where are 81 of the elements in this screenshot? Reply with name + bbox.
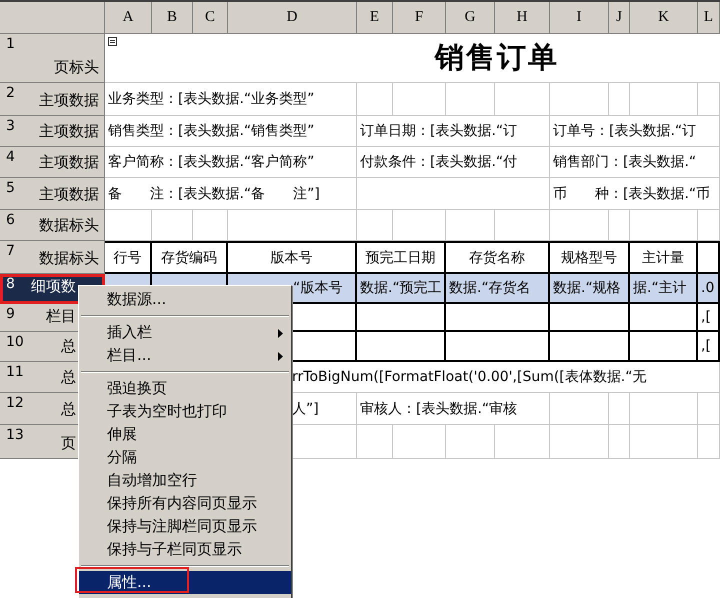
row-number: 6 (6, 212, 15, 228)
row-label: 数据标头 (39, 249, 99, 268)
column-header[interactable]: A (105, 2, 152, 34)
column-header[interactable]: D (228, 2, 357, 34)
cell-text: 销售部门：[表头数据.“ (553, 153, 696, 171)
menu-item[interactable]: 保持所有内容同页显示 (79, 492, 291, 515)
cell-text: 备 注：[表头数据.“备 注”] (108, 184, 320, 202)
cell-text: ,[ (701, 338, 711, 354)
collapse-icon[interactable] (108, 37, 117, 46)
cell-text: 销售类型：[表头数据.“销售类型” (108, 122, 314, 140)
row-label: 细项数 (31, 277, 76, 296)
cell-text: 数据.“预完工 (360, 279, 442, 297)
row-header[interactable]: 5 主项数据 (0, 178, 105, 210)
cell-text: 存货名称 (469, 248, 525, 266)
menu-item[interactable]: 自动增加空行 (79, 469, 291, 492)
cell-text: 据.“主计 (633, 279, 687, 297)
cell-text: 行号 (114, 248, 142, 266)
row-label: 数据标头 (39, 216, 99, 235)
row-label: 主项数据 (39, 153, 99, 172)
row-header[interactable]: 3 主项数据 (0, 116, 105, 147)
menu-item[interactable]: 保持与子栏同页显示 (79, 538, 291, 561)
row-header[interactable]: 1 页标头 (0, 34, 105, 83)
column-header[interactable]: J (609, 2, 630, 34)
row-number: 5 (6, 180, 15, 196)
cell-text: 存货编码 (161, 248, 217, 266)
row-header[interactable]: 6 数据标头 (0, 210, 105, 241)
cell-text: 规格型号 (561, 248, 617, 266)
column-header[interactable]: I (550, 2, 609, 34)
cell-text: ,[ (701, 309, 711, 325)
column-header[interactable]: F (393, 2, 446, 34)
submenu-arrow-icon (278, 352, 283, 361)
cell-text: .0 (701, 280, 714, 296)
column-header[interactable]: L (698, 2, 720, 34)
row-number: 11 (6, 364, 24, 380)
cell-text: 主计量 (642, 248, 684, 266)
column-header[interactable]: G (446, 2, 495, 34)
row-number: 2 (6, 85, 15, 101)
row-number: 1 (6, 36, 15, 52)
cell-text: 订单日期：[表头数据.“订 (360, 122, 518, 140)
column-header[interactable]: C (193, 2, 228, 34)
cell-text: 业务类型：[表头数据.“业务类型” (108, 90, 314, 108)
cell-text: 数据.“规格 (553, 279, 621, 297)
row-label: 页标头 (54, 58, 99, 77)
report-title: 销售订单 (435, 39, 559, 76)
cell-text: 币 种：[表头数据.“币 (553, 184, 710, 202)
cell-text: 数据.“存货名 (449, 279, 531, 297)
corner-cell[interactable] (0, 2, 105, 34)
row-header[interactable]: 2 主项数据 (0, 83, 105, 116)
column-header[interactable]: B (152, 2, 193, 34)
column-header[interactable]: H (495, 2, 550, 34)
row-label: 总 (61, 400, 76, 419)
row-label: 主项数据 (39, 122, 99, 141)
row-number: 3 (6, 118, 15, 134)
row-label: 总 (61, 337, 76, 356)
row-number: 9 (6, 306, 15, 322)
cell-text: rrToBigNum([FormatFloat('0.00',[Sum([表体数据.“无 (292, 368, 646, 386)
row-number: 7 (6, 243, 15, 259)
row-label: 主项数据 (39, 91, 99, 110)
row-header[interactable]: 7 数据标头 (0, 241, 105, 274)
submenu-arrow-icon (278, 329, 283, 338)
row-header[interactable]: 4 主项数据 (0, 147, 105, 178)
row-number: 12 (6, 395, 24, 411)
row-number: 4 (6, 149, 15, 165)
row-label: 栏目 (46, 307, 76, 326)
row-number: 8 (6, 276, 15, 292)
cell-text: 版本号 (270, 248, 312, 266)
column-header[interactable]: K (630, 2, 698, 34)
cell-text: 付款条件：[表头数据.“付 (360, 153, 518, 171)
cell-text: 人”] (292, 400, 319, 418)
row-number: 13 (6, 427, 24, 443)
cell-text: 预完工日期 (366, 248, 436, 266)
cell-text: 客户简称：[表头数据.“客户简称” (108, 153, 314, 171)
row-label: 页 (61, 434, 76, 453)
row-label: 总 (61, 368, 76, 387)
cell-text: 审核人：[表头数据.“审核 (360, 400, 518, 418)
menu-item[interactable]: 保持与注脚栏同页显示 (79, 515, 291, 538)
row-label: 主项数据 (39, 185, 99, 204)
cell-text: “版本号 (293, 279, 342, 297)
row-number: 10 (6, 334, 24, 350)
cell-text: 订单号：[表头数据.“订 (553, 122, 696, 140)
column-header[interactable]: E (357, 2, 393, 34)
